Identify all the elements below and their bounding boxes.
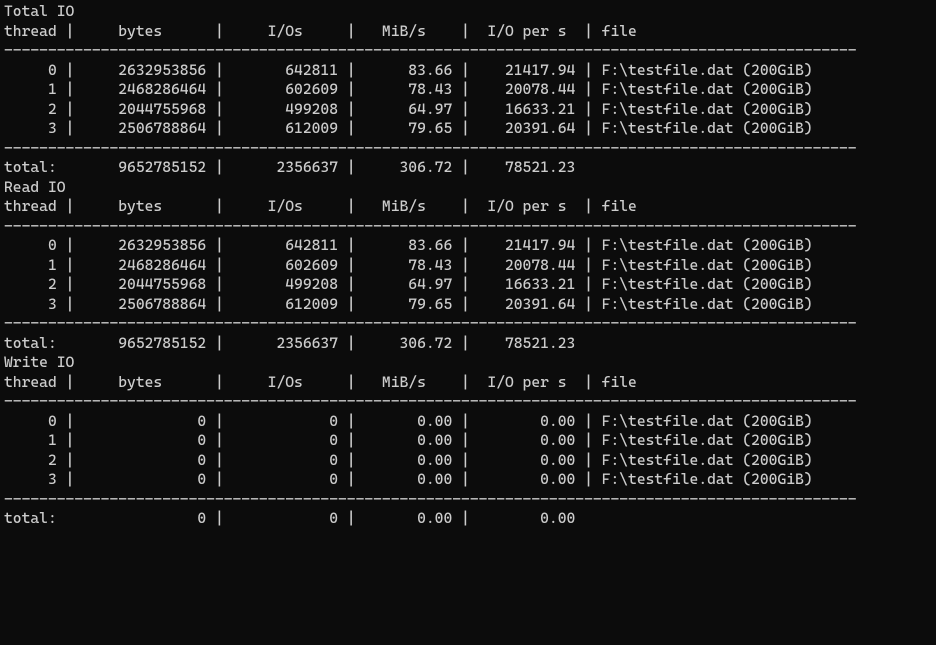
terminal-output: Total IOthread | bytes | I/Os | MiB/s | …	[0, 0, 936, 531]
divider: ----------------------------------------…	[4, 490, 932, 510]
table-total: total: 0 | 0 | 0.00 | 0.00	[4, 509, 932, 529]
table-row: 0 | 0 | 0 | 0.00 | 0.00 | F:\testfile.da…	[4, 412, 932, 432]
table-row: 0 | 2632953856 | 642811 | 83.66 | 21417.…	[4, 61, 932, 81]
table-row: 2 | 2044755968 | 499208 | 64.97 | 16633.…	[4, 275, 932, 295]
table-row: 1 | 0 | 0 | 0.00 | 0.00 | F:\testfile.da…	[4, 431, 932, 451]
table-row: 2 | 0 | 0 | 0.00 | 0.00 | F:\testfile.da…	[4, 451, 932, 471]
table-total: total: 9652785152 | 2356637 | 306.72 | 7…	[4, 334, 932, 354]
section-title: Write IO	[4, 353, 932, 373]
table-row: 2 | 2044755968 | 499208 | 64.97 | 16633.…	[4, 100, 932, 120]
table-row: 1 | 2468286464 | 602609 | 78.43 | 20078.…	[4, 256, 932, 276]
table-row: 3 | 2506788864 | 612009 | 79.65 | 20391.…	[4, 119, 932, 139]
divider: ----------------------------------------…	[4, 217, 932, 237]
table-row: 1 | 2468286464 | 602609 | 78.43 | 20078.…	[4, 80, 932, 100]
section-title: Total IO	[4, 2, 932, 22]
table-header: thread | bytes | I/Os | MiB/s | I/O per …	[4, 197, 932, 217]
table-header: thread | bytes | I/Os | MiB/s | I/O per …	[4, 373, 932, 393]
table-row: 3 | 0 | 0 | 0.00 | 0.00 | F:\testfile.da…	[4, 470, 932, 490]
table-header: thread | bytes | I/Os | MiB/s | I/O per …	[4, 22, 932, 42]
divider: ----------------------------------------…	[4, 41, 932, 61]
table-row: 3 | 2506788864 | 612009 | 79.65 | 20391.…	[4, 295, 932, 315]
divider: ----------------------------------------…	[4, 139, 932, 159]
section-title: Read IO	[4, 178, 932, 198]
table-total: total: 9652785152 | 2356637 | 306.72 | 7…	[4, 158, 932, 178]
divider: ----------------------------------------…	[4, 314, 932, 334]
table-row: 0 | 2632953856 | 642811 | 83.66 | 21417.…	[4, 236, 932, 256]
divider: ----------------------------------------…	[4, 392, 932, 412]
